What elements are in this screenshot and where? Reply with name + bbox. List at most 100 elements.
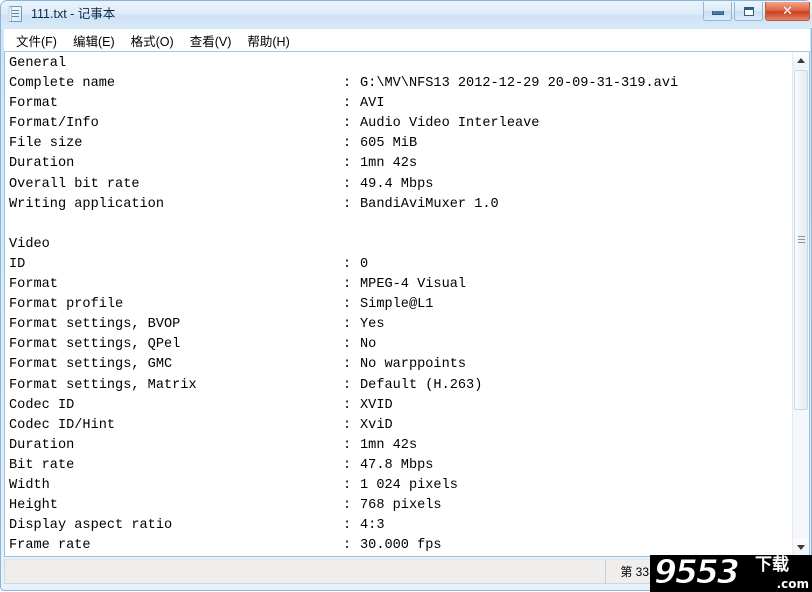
maximize-icon xyxy=(735,2,762,20)
line-separator: : xyxy=(343,376,360,396)
text-line: Duration:1mn 42s xyxy=(9,154,792,174)
text-line: Bit rate:47.8 Mbps xyxy=(9,456,792,476)
line-value: MPEG-4 Visual xyxy=(360,277,466,292)
text-line: Complete name:G:\MV\NFS13 2012-12-29 20-… xyxy=(9,74,792,94)
line-key: Frame rate xyxy=(9,536,343,556)
line-key: File size xyxy=(9,134,343,154)
line-value: 768 pixels xyxy=(360,498,442,513)
menu-bar: 文件(F)编辑(E)格式(O)查看(V)帮助(H) xyxy=(4,29,810,51)
line-value: AVI xyxy=(360,96,384,111)
line-key: Format xyxy=(9,94,343,114)
watermark-cn-text: 下载 xyxy=(755,556,789,574)
text-line: Format/Info:Audio Video Interleave xyxy=(9,114,792,134)
line-separator: : xyxy=(343,175,360,195)
window-controls: ✕ xyxy=(703,2,810,21)
text-line: Frame rate:30.000 fps xyxy=(9,536,792,556)
line-value: 47.8 Mbps xyxy=(360,458,433,473)
text-area[interactable]: GeneralComplete name:G:\MV\NFS13 2012-12… xyxy=(5,52,792,556)
line-separator: : xyxy=(343,416,360,436)
menu-item-5[interactable]: 帮助(H) xyxy=(239,29,297,52)
line-key: Codec ID xyxy=(9,396,343,416)
line-separator: : xyxy=(343,114,360,134)
scrollbar-grip-icon xyxy=(798,236,805,244)
minimize-button[interactable] xyxy=(703,2,732,21)
line-separator: : xyxy=(343,436,360,456)
line-value: BandiAviMuxer 1.0 xyxy=(360,197,499,212)
line-key: General xyxy=(9,54,343,74)
close-icon: ✕ xyxy=(766,2,809,20)
line-key: Video xyxy=(9,235,343,255)
line-separator: : xyxy=(343,396,360,416)
watermark-logo: 9553 下载 .com xyxy=(650,555,812,592)
line-value: Yes xyxy=(360,317,384,332)
line-value: 4:3 xyxy=(360,518,384,533)
menu-item-4[interactable]: 查看(V) xyxy=(182,29,240,52)
line-key: Display aspect ratio xyxy=(9,516,343,536)
line-value: Simple@L1 xyxy=(360,297,433,312)
line-key: Width xyxy=(9,476,343,496)
line-value: XviD xyxy=(360,418,393,433)
line-value: Audio Video Interleave xyxy=(360,116,539,131)
line-value: 1 024 pixels xyxy=(360,478,458,493)
line-value: 1mn 42s xyxy=(360,156,417,171)
watermark-main-text: 9553 xyxy=(654,555,738,591)
line-key: Complete name xyxy=(9,74,343,94)
text-line: Codec ID/Hint:XviD xyxy=(9,416,792,436)
line-separator: : xyxy=(343,94,360,114)
line-key: Format settings, Matrix xyxy=(9,376,343,396)
line-key: Height xyxy=(9,496,343,516)
menu-item-2[interactable]: 编辑(E) xyxy=(65,29,123,52)
text-line: Width:1 024 pixels xyxy=(9,476,792,496)
text-line: Overall bit rate:49.4 Mbps xyxy=(9,175,792,195)
line-separator: : xyxy=(343,476,360,496)
line-separator: : xyxy=(343,195,360,215)
text-line: Codec ID:XVID xyxy=(9,396,792,416)
line-key: Bit rate xyxy=(9,456,343,476)
line-key: Duration xyxy=(9,436,343,456)
editor-frame: GeneralComplete name:G:\MV\NFS13 2012-12… xyxy=(4,51,810,557)
vertical-scrollbar[interactable] xyxy=(792,52,809,556)
line-value: Default (H.263) xyxy=(360,378,482,393)
notepad-window: 111.txt - 记事本 ✕ 文件(F)编辑(E)格式(O)查看(V)帮助(H… xyxy=(0,0,812,591)
line-key: Overall bit rate xyxy=(9,175,343,195)
menu-item-1[interactable]: 文件(F) xyxy=(8,29,65,52)
line-value: 49.4 Mbps xyxy=(360,177,433,192)
line-separator: : xyxy=(343,74,360,94)
text-line: Format settings, BVOP:Yes xyxy=(9,315,792,335)
text-line: Format:AVI xyxy=(9,94,792,114)
line-key: Format settings, BVOP xyxy=(9,315,343,335)
line-key: Format xyxy=(9,275,343,295)
line-key: Format settings, QPel xyxy=(9,335,343,355)
maximize-button[interactable] xyxy=(734,2,763,21)
line-separator: : xyxy=(343,154,360,174)
line-value: G:\MV\NFS13 2012-12-29 20-09-31-319.avi xyxy=(360,76,678,91)
scroll-up-button[interactable] xyxy=(793,52,809,69)
line-key: Format profile xyxy=(9,295,343,315)
text-line: Format profile:Simple@L1 xyxy=(9,295,792,315)
text-line: Height:768 pixels xyxy=(9,496,792,516)
text-line: Format:MPEG-4 Visual xyxy=(9,275,792,295)
text-line: General xyxy=(9,54,792,74)
menu-item-3[interactable]: 格式(O) xyxy=(123,29,182,52)
text-line: Display aspect ratio:4:3 xyxy=(9,516,792,536)
text-line xyxy=(9,215,792,235)
text-line: File size:605 MiB xyxy=(9,134,792,154)
line-separator: : xyxy=(343,456,360,476)
text-line: Duration:1mn 42s xyxy=(9,436,792,456)
scrollbar-thumb[interactable] xyxy=(794,70,808,410)
scroll-down-button[interactable] xyxy=(793,539,809,556)
watermark-com-text: .com xyxy=(777,578,809,590)
line-separator: : xyxy=(343,496,360,516)
close-button[interactable]: ✕ xyxy=(765,2,810,21)
title-bar: 111.txt - 记事本 ✕ xyxy=(1,1,812,28)
text-line: Format settings, GMC:No warppoints xyxy=(9,355,792,375)
line-key: Format settings, GMC xyxy=(9,355,343,375)
minimize-icon xyxy=(704,2,731,20)
window-title: 111.txt - 记事本 xyxy=(31,5,115,23)
line-separator: : xyxy=(343,355,360,375)
line-key: Codec ID/Hint xyxy=(9,416,343,436)
line-value: 1mn 42s xyxy=(360,438,417,453)
text-line: Format settings, Matrix:Default (H.263) xyxy=(9,376,792,396)
title-bar-left: 111.txt - 记事本 xyxy=(8,5,115,23)
line-key: Duration xyxy=(9,154,343,174)
